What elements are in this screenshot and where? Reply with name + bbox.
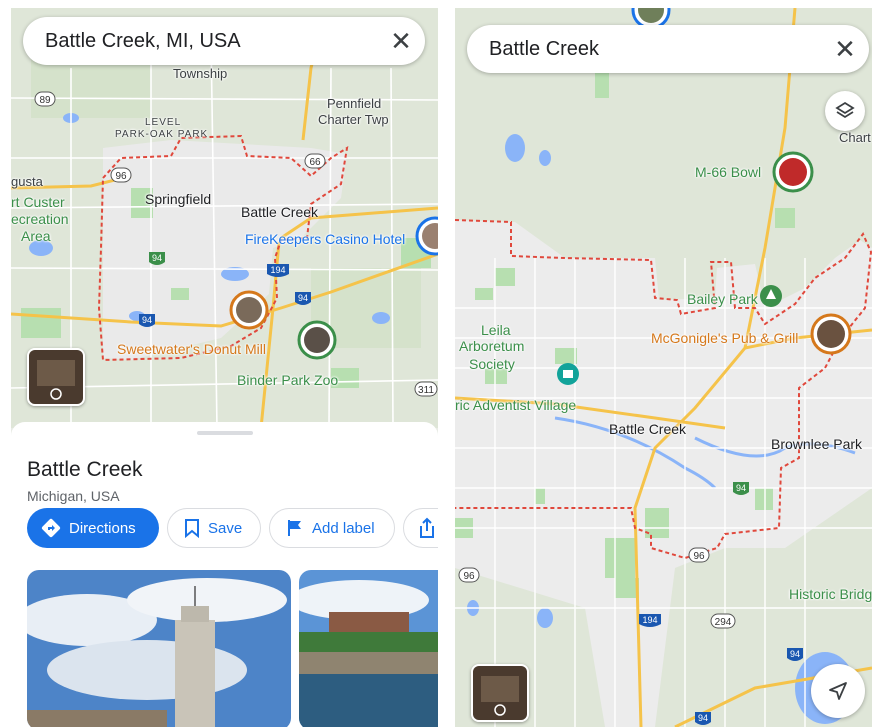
save-button[interactable]: Save (167, 508, 261, 548)
route-shield-94b: 94 (787, 648, 803, 661)
map-label-battle-creek: Battle Creek (241, 204, 319, 220)
route-shield-96b: 96 (458, 567, 480, 583)
svg-text:94: 94 (298, 293, 308, 303)
directions-button[interactable]: Directions (27, 508, 159, 548)
svg-text:94: 94 (698, 713, 708, 723)
drag-handle[interactable] (197, 431, 253, 435)
sweetwater-pin[interactable] (229, 290, 269, 330)
close-icon[interactable]: ✕ (821, 34, 869, 65)
svg-text:311: 311 (418, 385, 434, 396)
route-shield-94a: 94 (733, 482, 749, 495)
layers-icon (835, 101, 855, 119)
search-text[interactable]: Battle Creek, MI, USA (23, 30, 377, 53)
map-label-pennfield: Pennfield (327, 96, 382, 111)
map-label-leila: Leila (481, 322, 511, 338)
route-shield-294: 294 (710, 613, 736, 629)
svg-text:96: 96 (115, 171, 127, 182)
leila-arboretum-pin[interactable] (557, 363, 579, 385)
map-label-mcgonigles[interactable]: McGonigle's Pub & Grill (651, 330, 798, 346)
city-hall-photo[interactable] (27, 570, 291, 727)
route-shield-311: 311 (414, 381, 438, 397)
svg-text:96: 96 (693, 551, 705, 562)
route-shield-89: 89 (34, 91, 56, 107)
map-label-m66-bowl[interactable]: M-66 Bowl (695, 164, 761, 180)
right-map[interactable]: 94 96 96 194 294 94 94 (455, 8, 872, 727)
map-label-society: Society (469, 356, 515, 372)
bookmark-icon (185, 519, 199, 538)
m66-bowl-pin[interactable] (772, 151, 814, 193)
map-label-adventist: ric Adventist Village (455, 397, 577, 413)
map-label-township: Township (173, 66, 228, 81)
svg-text:96: 96 (463, 571, 475, 582)
bailey-park-pin[interactable] (760, 285, 782, 307)
add-label-label: Add label (312, 519, 375, 537)
add-label-button[interactable]: Add label (269, 508, 395, 548)
street-view-thumbnail[interactable] (471, 664, 529, 722)
search-bar[interactable]: Battle Creek, MI, USA ✕ (23, 17, 425, 65)
map-label-chart: Chart (839, 130, 871, 145)
map-label-binder-park[interactable]: Binder Park Zoo (237, 372, 338, 388)
map-label-historic: Historic Bridg (789, 586, 872, 602)
riverside-photo[interactable] (299, 570, 438, 727)
svg-text:94: 94 (736, 483, 746, 493)
share-icon (420, 517, 434, 538)
svg-text:94: 94 (790, 649, 800, 659)
route-shield-194: 194 (639, 614, 661, 627)
binder-park-pin[interactable] (297, 320, 337, 360)
place-sheet: Battle Creek Michigan, USA Directions Sa… (11, 422, 438, 727)
svg-text:94: 94 (152, 253, 162, 263)
map-label-springfield: Springfield (145, 191, 212, 207)
search-bar[interactable]: Battle Creek ✕ (467, 25, 869, 73)
route-shield-96a: 96 (688, 547, 710, 563)
route-shield-94c: 94 (139, 314, 155, 327)
svg-text:294: 294 (715, 617, 732, 628)
map-label-arboretum: Arboretum (459, 338, 525, 354)
map-label-park-oak-park: PARK-OAK PARK (115, 129, 209, 140)
route-shield-94b: 94 (295, 292, 311, 305)
svg-text:89: 89 (39, 95, 51, 106)
navigation-arrow-icon (829, 682, 847, 700)
map-label-battle-creek: Battle Creek (609, 421, 687, 437)
map-label-sweetwater[interactable]: Sweetwater's Donut Mill (117, 341, 266, 357)
svg-text:94: 94 (142, 315, 152, 325)
map-label-charter-twp: Charter Twp (318, 112, 389, 127)
place-title: Battle Creek (27, 458, 143, 481)
share-button[interactable] (403, 508, 438, 548)
map-label-brownlee: Brownlee Park (771, 436, 863, 452)
map-label-fort-custer: rt Custer (11, 194, 65, 210)
map-label-gusta: gusta (11, 174, 43, 189)
save-label: Save (208, 519, 243, 537)
map-label-recreation: ecreation (11, 211, 69, 227)
mcgonigles-pin[interactable] (810, 313, 852, 355)
firekeepers-pin[interactable] (415, 216, 438, 256)
map-label-bailey-park[interactable]: Bailey Park (687, 291, 758, 307)
left-map-screen: 89 96 66 94 194 94 94 311 Township LEVEL… (11, 8, 438, 727)
route-shield-94c: 94 (695, 712, 711, 725)
close-icon[interactable]: ✕ (377, 26, 425, 57)
my-location-button[interactable] (811, 664, 865, 718)
svg-text:194: 194 (270, 265, 285, 275)
route-shield-194: 194 (267, 264, 289, 277)
route-shield-94: 94 (149, 252, 165, 265)
map-label-firekeepers[interactable]: FireKeepers Casino Hotel (245, 231, 405, 247)
place-subtitle: Michigan, USA (27, 488, 120, 504)
search-text[interactable]: Battle Creek (467, 38, 821, 61)
route-shield-66: 66 (304, 153, 326, 169)
right-map-screen: 94 96 96 194 294 94 94 M-66 Bowl Chart B… (455, 8, 872, 727)
flag-icon (288, 520, 301, 536)
map-label-area: Area (21, 228, 51, 244)
route-shield-96: 96 (110, 167, 132, 183)
directions-icon (41, 518, 61, 538)
street-view-thumbnail[interactable] (27, 348, 85, 406)
svg-text:194: 194 (642, 615, 657, 625)
directions-label: Directions (69, 519, 136, 537)
svg-text:66: 66 (309, 157, 321, 168)
map-label-level: LEVEL (145, 117, 182, 128)
layers-button[interactable] (825, 91, 865, 131)
